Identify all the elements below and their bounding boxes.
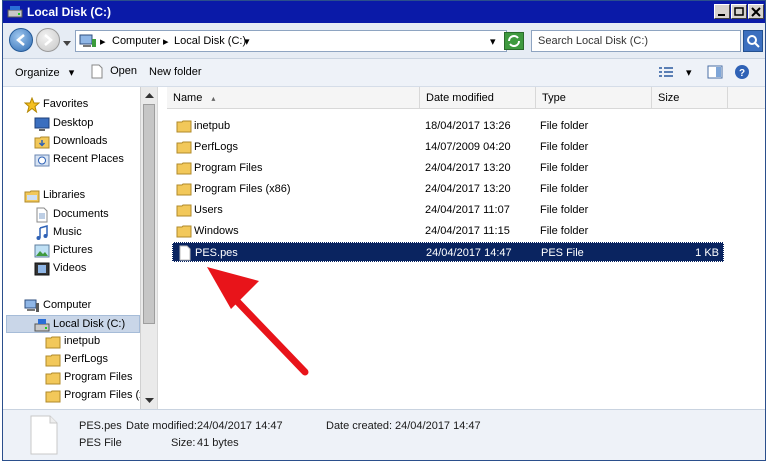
preview-pane-button[interactable] [707,65,723,82]
address-bar: ▸ Computer ▸ Local Disk (C:) ▾ ▾ Search … [3,23,765,59]
nav-item-program-files-x86[interactable]: Program Files (x86) [45,387,140,405]
folder-icon [45,352,61,371]
folder-icon [45,334,61,353]
nav-item-label: Program Files (x86) [64,389,140,401]
details-size-label: Size: [171,437,196,449]
nav-item-label: Music [53,226,82,238]
pictures-icon [34,243,50,262]
details-file-type: PES File [79,437,122,449]
folder-icon [45,388,61,405]
breadcrumb-separator[interactable]: ▸ [100,35,106,48]
help-button[interactable]: ? [734,64,750,83]
search-icon [747,35,760,48]
scroll-down-icon [145,398,154,403]
address-history-dropdown[interactable]: ▾ [490,35,496,48]
forward-button[interactable] [36,28,60,52]
nav-favorites-label: Favorites [43,98,89,110]
breadcrumb-separator[interactable]: ▾ [244,35,250,48]
file-list: Name ▴ Date modified Type Size inetpub 1… [159,87,765,409]
scrollbar-thumb[interactable] [143,104,155,324]
breadcrumb-separator[interactable]: ▸ [163,35,169,48]
nav-computer-label: Computer [43,299,92,311]
command-bar: Organize ▾ Open New folder ▾ ? [3,59,765,87]
nav-item-label: Program Files [64,371,133,383]
breadcrumb-local-disk[interactable]: Local Disk (C:) [174,35,246,47]
libraries-icon [24,188,40,207]
nav-item-label: PerfLogs [64,353,109,365]
nav-item-label: Desktop [53,117,94,129]
view-list-icon [659,67,673,77]
arrow-right-icon [44,34,53,46]
arrow-left-icon [16,34,25,46]
maximize-button[interactable] [731,4,747,19]
nav-item-label: Recent Places [53,153,124,165]
minimize-button[interactable] [714,4,730,19]
change-view-button[interactable] [658,65,674,82]
refresh-icon [508,35,520,47]
nav-item-label: Documents [53,208,109,220]
desktop-icon [34,116,50,135]
preview-pane-icon [707,65,723,79]
nav-item-label: Downloads [53,135,108,147]
close-button[interactable] [748,4,764,19]
navigation-pane: Favorites Desktop Downloads Recent Place… [3,87,158,409]
open-button[interactable]: Open [91,64,137,79]
downloads-folder-icon [34,134,50,153]
organize-label: Organize [15,67,60,79]
svg-text:?: ? [739,68,745,79]
view-options-dropdown[interactable]: ▾ [686,66,692,79]
star-icon [23,96,41,116]
address-field[interactable]: ▸ Computer ▸ Local Disk (C:) ▾ ▾ [75,30,507,52]
file-large-icon [29,415,59,458]
chevron-down-icon: ▾ [68,67,75,79]
details-created-label: Date created: [326,420,393,432]
window-title: Local Disk (C:) [27,5,112,19]
details-file-name: PES.pes [79,420,122,432]
details-pane: PES.pes Date modified: 24/04/2017 14:47 … [3,409,765,460]
documents-icon [34,207,50,226]
nav-item-local-disk[interactable]: Local Disk (C:) [6,315,140,333]
nav-item-label: Local Disk (C:) [53,318,126,330]
computer-icon [79,33,97,52]
recent-places-icon [34,152,50,171]
nav-item-label: inetpub [64,335,101,347]
refresh-button[interactable] [504,32,524,50]
nav-item-label: Videos [53,262,87,274]
help-icon: ? [735,65,749,79]
red-arrow-annotation [207,267,309,376]
details-created-value: 24/04/2017 14:47 [395,420,481,432]
details-modified-value: 24/04/2017 14:47 [197,420,283,432]
search-button[interactable] [743,30,763,52]
drive-icon [7,5,23,19]
back-button[interactable] [9,28,33,52]
details-size-value: 41 bytes [197,437,239,449]
breadcrumb-computer[interactable]: Computer [112,35,160,47]
new-folder-button[interactable]: New folder [149,66,202,78]
search-input[interactable]: Search Local Disk (C:) [531,30,741,52]
explorer-window: Local Disk (C:) ▸ Computer ▸ Local Disk … [2,0,766,461]
videos-icon [34,261,50,280]
nav-libraries-label: Libraries [43,189,86,201]
nav-item-label: Pictures [53,244,93,256]
open-label: Open [110,65,137,78]
details-modified-label: Date modified: [126,420,197,432]
organize-button[interactable]: Organize ▾ [15,66,74,79]
nav-scrollbar[interactable] [140,87,157,409]
music-icon [34,225,50,244]
title-bar[interactable]: Local Disk (C:) [3,1,765,23]
document-icon [91,64,103,79]
chevron-down-icon [63,41,71,46]
scroll-up-icon [145,93,154,98]
recent-pages-dropdown[interactable] [63,38,71,50]
